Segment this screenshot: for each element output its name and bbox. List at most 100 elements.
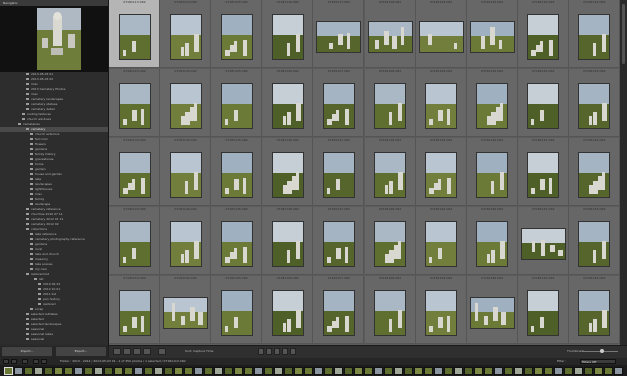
thumbnail-cell[interactable]: 07181148.CR2 <box>364 207 416 275</box>
thumbnail-cell[interactable]: 07181115.CR2 <box>211 0 263 68</box>
back-arrow-icon[interactable] <box>33 359 39 364</box>
filmstrip-thumbnail[interactable] <box>324 367 333 375</box>
filmstrip-thumbnail[interactable] <box>544 367 553 375</box>
filmstrip-thumbnail[interactable] <box>394 367 403 375</box>
secondary-window-icon[interactable] <box>11 359 17 364</box>
grid-icon[interactable] <box>22 359 28 364</box>
thumbnail-cell[interactable]: 07181154.CR2 <box>160 276 212 344</box>
thumbnail-cell[interactable]: 07181134.CR2 <box>160 138 212 206</box>
grid-scrollbar-thumb[interactable] <box>622 4 625 64</box>
filmstrip-thumbnail[interactable] <box>514 367 523 375</box>
filmstrip-thumbnail[interactable] <box>404 367 413 375</box>
thumbnail-cell[interactable]: 07181116.CR2 <box>262 0 314 68</box>
folder-tree[interactable]: 2013-05-03 01 2013-05-03 02 misc 2013 Cemet… <box>0 72 108 344</box>
rating-star-5-icon[interactable] <box>290 348 296 355</box>
filmstrip-thumbnail[interactable] <box>144 367 153 375</box>
filmstrip-thumbnail[interactable] <box>414 367 423 375</box>
thumbnail-cell[interactable]: 07181161.CR2 <box>517 276 569 344</box>
thumbnail-cell[interactable]: 07181117.CR2 <box>313 0 365 68</box>
thumbnail-cell[interactable]: 07181149.CR2 <box>415 207 467 275</box>
filmstrip-thumbnail[interactable] <box>484 367 493 375</box>
filmstrip-thumbnail[interactable] <box>464 367 473 375</box>
filmstrip-thumbnail[interactable] <box>384 367 393 375</box>
thumbnail-cell[interactable]: 07181131.CR2 <box>517 69 569 137</box>
thumbnail-cell[interactable]: 07181140.CR2 <box>466 138 518 206</box>
thumbnail-cell[interactable]: 07181125.CR2 <box>211 69 263 137</box>
filmstrip-thumbnail[interactable] <box>534 367 543 375</box>
loupe-view-button[interactable] <box>123 348 131 355</box>
filmstrip-thumbnail[interactable] <box>204 367 213 375</box>
filmstrip-thumbnail[interactable] <box>304 367 313 375</box>
thumbnail-cell[interactable]: 07181129.CR2 <box>415 69 467 137</box>
filmstrip-source-path[interactable]: Folder : 2013 - 2014 / 2013-05-03 01 - 1… <box>60 358 186 365</box>
thumbnail-cell[interactable]: 07181114.CR2 <box>160 0 212 68</box>
filmstrip-thumbnail[interactable] <box>234 367 243 375</box>
export-button[interactable]: Export... <box>56 347 106 356</box>
filmstrip-thumbnail[interactable] <box>584 367 593 375</box>
thumbnail-size-knob[interactable] <box>600 349 604 353</box>
filmstrip-thumbnail[interactable] <box>44 367 53 375</box>
rating-star-2-icon[interactable] <box>266 348 272 355</box>
filmstrip-thumbnail[interactable] <box>74 367 83 375</box>
filmstrip-thumbnail[interactable] <box>134 367 143 375</box>
grid-view-button[interactable] <box>113 348 121 355</box>
filmstrip-thumbnail[interactable] <box>174 367 183 375</box>
thumbnail-cell[interactable]: 07181132.CR2 <box>568 69 620 137</box>
filmstrip-thumbnail[interactable] <box>184 367 193 375</box>
sort-label[interactable]: Sort: Capture Time <box>185 346 213 357</box>
filmstrip-thumbnail[interactable] <box>4 367 13 375</box>
filmstrip-thumbnail[interactable] <box>604 367 613 375</box>
thumbnail-cell[interactable]: 07181162.CR2 <box>568 276 620 344</box>
survey-view-button[interactable] <box>143 348 151 355</box>
filmstrip-thumbnail[interactable] <box>114 367 123 375</box>
compare-view-button[interactable] <box>133 348 141 355</box>
thumbnail-cell[interactable]: 07181156.CR2 <box>262 276 314 344</box>
filmstrip-thumbnail[interactable] <box>124 367 133 375</box>
thumbnail-grid[interactable]: 07181113.CR2 07181114.CR2 07181115.CR2 0718… <box>109 0 620 345</box>
thumbnail-cell[interactable]: 07181152.CR2 <box>568 207 620 275</box>
filmstrip-thumbnail[interactable] <box>294 367 303 375</box>
filmstrip-thumbnail[interactable] <box>524 367 533 375</box>
thumbnail-cell[interactable]: 07181118.CR2 <box>364 0 416 68</box>
thumbnail-cell[interactable]: 07181144.CR2 <box>160 207 212 275</box>
filmstrip-thumbnail[interactable] <box>614 367 623 375</box>
filmstrip-thumbnail[interactable] <box>284 367 293 375</box>
filmstrip-thumbnail[interactable] <box>344 367 353 375</box>
forward-arrow-icon[interactable] <box>41 359 47 364</box>
navigator-preview[interactable] <box>0 6 108 72</box>
thumbnail-cell[interactable]: 07181119.CR2 <box>415 0 467 68</box>
filmstrip-thumbnail[interactable] <box>594 367 603 375</box>
filmstrip-thumbnail[interactable] <box>34 367 43 375</box>
filmstrip-thumbnail[interactable] <box>314 367 323 375</box>
filmstrip-thumbnail[interactable] <box>364 367 373 375</box>
filmstrip-thumbnail[interactable] <box>444 367 453 375</box>
thumbnail-cell[interactable]: 07181135.CR2 <box>211 138 263 206</box>
filmstrip-thumbnail[interactable] <box>84 367 93 375</box>
thumbnail-cell[interactable]: 07181146.CR2 <box>262 207 314 275</box>
filmstrip-thumbnail[interactable] <box>454 367 463 375</box>
folder-row[interactable]: seasonal <box>0 337 108 342</box>
thumbnail-cell[interactable]: 07181151.CR2 <box>517 207 569 275</box>
thumbnail-cell[interactable]: 07181127.CR2 <box>313 69 365 137</box>
thumbnail-cell[interactable]: 07181153.CR2 <box>109 276 160 344</box>
filmstrip-thumbnail[interactable] <box>64 367 73 375</box>
thumbnail-cell[interactable]: 07181120.CR2 <box>466 0 518 68</box>
thumbnail-cell[interactable]: 07181145.CR2 <box>211 207 263 275</box>
thumbnail-cell[interactable]: 07181130.CR2 <box>466 69 518 137</box>
thumbnail-cell[interactable]: 07181123.CR2 <box>109 69 160 137</box>
thumbnail-cell[interactable]: 07181150.CR2 <box>466 207 518 275</box>
thumbnail-cell[interactable]: 07181147.CR2 <box>313 207 365 275</box>
thumbnail-cell[interactable]: 07181155.CR2 <box>211 276 263 344</box>
thumbnail-cell[interactable]: 07181126.CR2 <box>262 69 314 137</box>
thumbnail-cell[interactable]: 07181157.CR2 <box>313 276 365 344</box>
filter-select[interactable]: Filters Off <box>580 359 616 364</box>
thumbnail-cell[interactable]: 07181138.CR2 <box>364 138 416 206</box>
thumbnail-cell[interactable]: 07181143.CR2 <box>109 207 160 275</box>
thumbnail-cell[interactable]: 07181124.CR2 <box>160 69 212 137</box>
filmstrip-thumbnail[interactable] <box>424 367 433 375</box>
filmstrip-thumbnail[interactable] <box>254 367 263 375</box>
thumbnail-cell[interactable]: 07181159.CR2 <box>415 276 467 344</box>
filmstrip-thumbnail[interactable] <box>354 367 363 375</box>
filmstrip-thumbnail[interactable] <box>164 367 173 375</box>
import-button[interactable]: Import... <box>2 347 52 356</box>
